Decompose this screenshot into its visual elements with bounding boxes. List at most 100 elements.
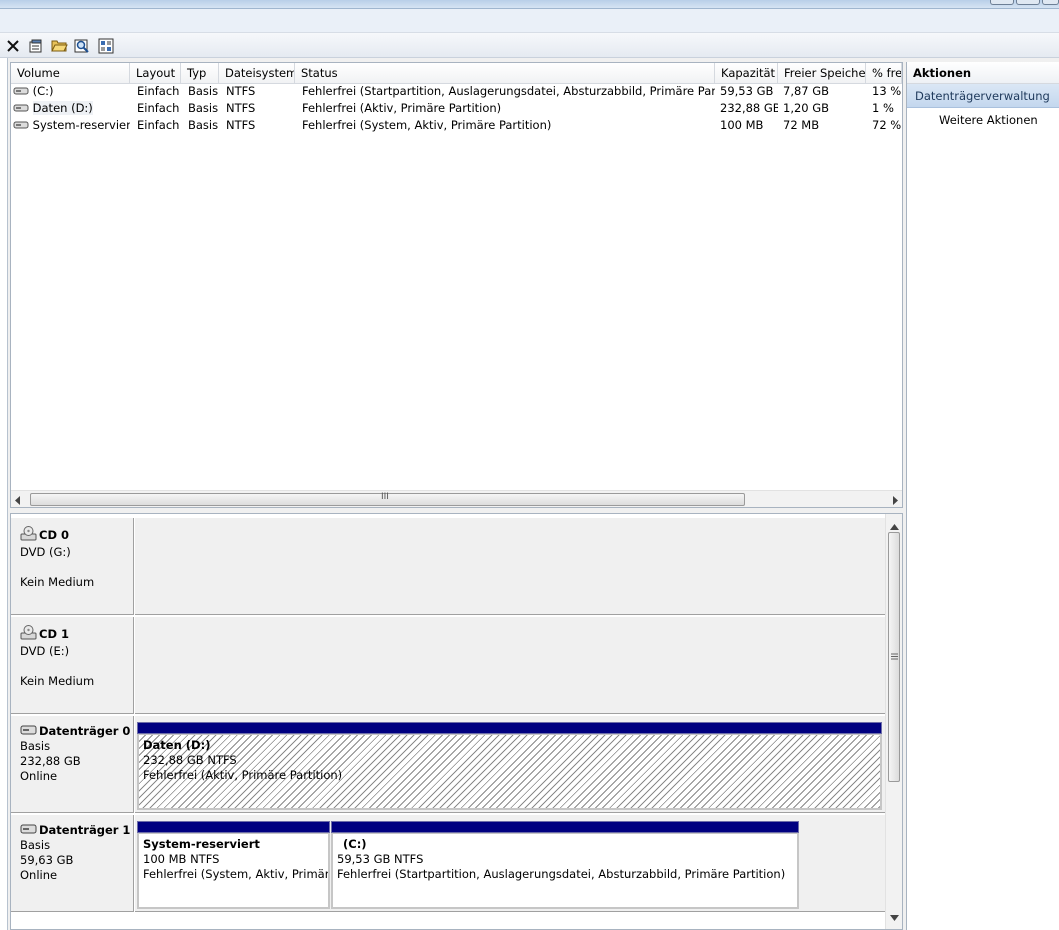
partition-body[interactable]: System-reserviert 100 MB NTFS Fehlerfrei… (137, 833, 330, 909)
scroll-grip-icon (891, 653, 898, 660)
volume-icon (13, 118, 29, 132)
partition-system-reserviert[interactable]: System-reserviert 100 MB NTFS Fehlerfrei… (137, 821, 330, 909)
vertical-scrollbar[interactable] (885, 514, 902, 929)
partition-status: Fehlerfrei (Startpartition, Auslagerungs… (337, 867, 786, 881)
cell-dateisystem: NTFS (226, 118, 256, 132)
column-header-prozent-frei[interactable]: % frei (866, 63, 902, 84)
disk-area-empty (135, 518, 886, 615)
disk-status: Kein Medium (20, 575, 95, 589)
partition-size: 232,88 GB NTFS (143, 753, 237, 767)
scroll-right-arrow-icon[interactable] (892, 494, 898, 508)
cell-volume: Daten (D:) (32, 101, 93, 115)
actions-pane: Aktionen Datenträgerverwaltung Weitere A… (906, 62, 1059, 930)
disk-view: CD 0 DVD (G:) Kein Medium CD 1 DVD (E:) … (10, 513, 903, 930)
close-icon[interactable] (4, 37, 22, 54)
cell-prozent-frei: 1 % (872, 101, 894, 115)
disk-type: DVD (E:) (20, 644, 70, 658)
disk-datentraeger-1[interactable]: Datenträger 1 Basis 59,63 GB Online Syst… (11, 815, 886, 912)
open-folder-icon[interactable] (50, 37, 68, 54)
properties-icon[interactable] (27, 37, 45, 54)
cd-drive-icon (20, 625, 37, 644)
partition-body[interactable]: Daten (D:) 232,88 GB NTFS Fehlerfrei (Ak… (137, 734, 882, 810)
title-bar (0, 0, 1059, 9)
table-row[interactable]: Daten (D:) Einfach Basis NTFS Fehlerfrei… (11, 100, 901, 117)
vertical-scroll-thumb[interactable] (888, 532, 900, 782)
partition-body[interactable]: (C:) 59,53 GB NTFS Fehlerfrei (Startpart… (331, 833, 799, 909)
column-header-volume[interactable]: Volume (11, 63, 130, 84)
cell-dateisystem: NTFS (226, 101, 256, 115)
disk-area: System-reserviert 100 MB NTFS Fehlerfrei… (135, 815, 886, 912)
scroll-down-arrow-icon[interactable] (890, 910, 899, 924)
column-header-status[interactable]: Status (295, 63, 715, 84)
disk-size (20, 560, 133, 575)
disk-name: CD 0 (39, 528, 69, 542)
cd-drive-icon (20, 526, 37, 545)
disk-label[interactable]: CD 0 DVD (G:) Kein Medium (11, 518, 134, 615)
partition-header-bar (137, 722, 882, 734)
disk-label[interactable]: CD 1 DVD (E:) Kein Medium (11, 617, 134, 714)
horizontal-scrollbar[interactable]: III (11, 490, 902, 507)
partition-header-bar (331, 821, 799, 833)
volume-icon (13, 101, 29, 115)
cell-volume: System-reserviert (32, 118, 130, 132)
disk-name: CD 1 (39, 627, 69, 641)
partition-daten-d[interactable]: Daten (D:) 232,88 GB NTFS Fehlerfrei (Ak… (137, 722, 882, 810)
toolbar (0, 33, 1059, 58)
cell-status: Fehlerfrei (Aktiv, Primäre Partition) (302, 101, 502, 115)
volume-list: Volume Layout Typ Dateisystem Status Kap… (10, 62, 903, 508)
cell-freier-speicher: 7,87 GB (783, 84, 830, 98)
cell-kapazitaet: 59,53 GB (720, 84, 774, 98)
cell-freier-speicher: 72 MB (783, 118, 820, 132)
disk-area: Daten (D:) 232,88 GB NTFS Fehlerfrei (Ak… (135, 716, 886, 813)
menu-bar (0, 9, 1059, 33)
cell-typ: Basis (188, 101, 219, 115)
cell-typ: Basis (188, 84, 219, 98)
disk-name: Datenträger 0 (39, 724, 131, 738)
disk-cd0[interactable]: CD 0 DVD (G:) Kein Medium (11, 518, 886, 615)
cell-freier-speicher: 1,20 GB (783, 101, 830, 115)
column-header-layout[interactable]: Layout (130, 63, 181, 84)
partition-c[interactable]: (C:) 59,53 GB NTFS Fehlerfrei (Startpart… (331, 821, 799, 909)
table-row[interactable]: System-reserviert Einfach Basis NTFS Feh… (11, 117, 901, 134)
column-header-kapazitaet[interactable]: Kapazität (715, 63, 778, 84)
disk-type: Basis (20, 739, 51, 753)
minimize-button[interactable] (990, 0, 1014, 5)
disk-type: Basis (20, 838, 51, 852)
partition-size: 100 MB NTFS (143, 852, 220, 866)
disk-cd1[interactable]: CD 1 DVD (E:) Kein Medium (11, 617, 886, 714)
partition-header-bar (137, 821, 330, 833)
maximize-button[interactable] (1016, 0, 1040, 5)
cell-layout: Einfach (137, 118, 180, 132)
disk-size (20, 659, 133, 674)
close-window-button[interactable] (1042, 0, 1059, 5)
cell-status: Fehlerfrei (Startpartition, Auslagerungs… (302, 84, 715, 98)
disk-datentraeger-0[interactable]: Datenträger 0 Basis 232,88 GB Online Dat… (11, 716, 886, 813)
cell-layout: Einfach (137, 84, 180, 98)
action-weitere-aktionen[interactable]: Weitere Aktionen (907, 108, 1059, 130)
disk-name: Datenträger 1 (39, 823, 131, 837)
actions-section-datentraegerverwaltung[interactable]: Datenträgerverwaltung (907, 84, 1059, 108)
cell-prozent-frei: 72 % (872, 118, 902, 132)
scroll-up-arrow-icon[interactable] (890, 519, 899, 533)
disk-label[interactable]: Datenträger 1 Basis 59,63 GB Online (11, 815, 134, 912)
partition-title: Daten (D:) (143, 738, 211, 752)
partition-status: Fehlerfrei (System, Aktiv, Primäre Parti… (143, 867, 330, 881)
disk-status: Kein Medium (20, 674, 95, 688)
column-header-dateisystem[interactable]: Dateisystem (219, 63, 295, 84)
column-header-freier-speicher[interactable]: Freier Speicher (778, 63, 866, 84)
settings-icon[interactable] (97, 37, 115, 54)
horizontal-scroll-thumb[interactable]: III (30, 492, 745, 506)
disk-label[interactable]: Datenträger 0 Basis 232,88 GB Online (11, 716, 134, 813)
disk-type: DVD (G:) (20, 545, 71, 559)
disk-size: 232,88 GB (20, 754, 81, 768)
cell-dateisystem: NTFS (226, 84, 256, 98)
column-header-typ[interactable]: Typ (181, 63, 219, 84)
cell-kapazitaet: 100 MB (720, 118, 764, 132)
actions-header: Aktionen (907, 62, 1059, 84)
scroll-left-arrow-icon[interactable] (15, 494, 21, 508)
disk-status: Online (20, 868, 58, 882)
disk-area-empty (135, 617, 886, 714)
table-row[interactable]: (C:) Einfach Basis NTFS Fehlerfrei (Star… (11, 83, 901, 100)
search-icon[interactable] (73, 37, 91, 54)
cell-volume: (C:) (32, 84, 54, 98)
